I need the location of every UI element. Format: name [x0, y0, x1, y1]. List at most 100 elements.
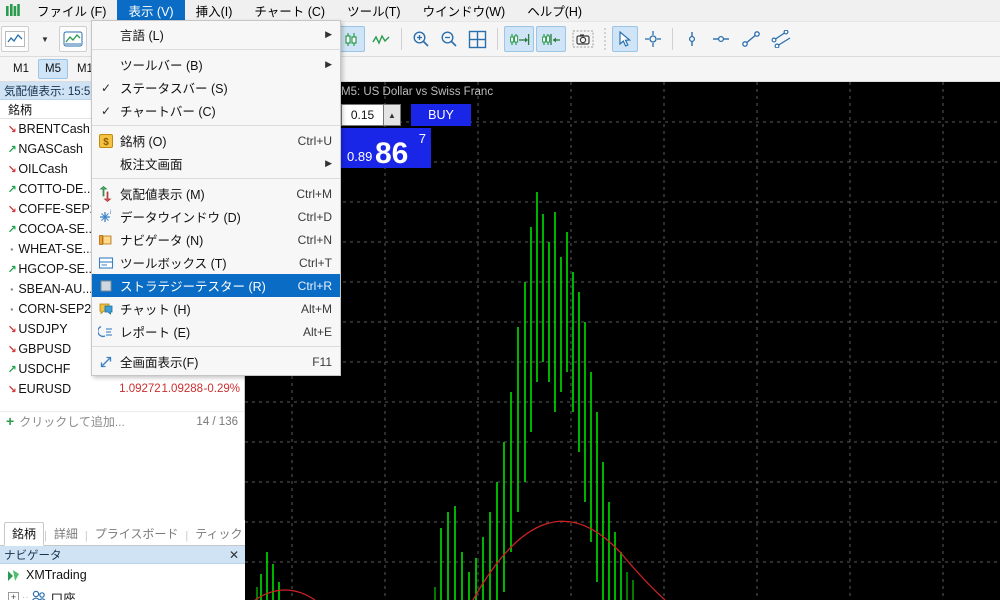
- close-icon[interactable]: ✕: [227, 548, 241, 562]
- line-chart-dropdown-caret[interactable]: ▼: [31, 26, 57, 52]
- price-main: 86: [375, 139, 408, 169]
- checkmark-icon: ✓: [92, 104, 120, 118]
- symbol-row[interactable]: ↘EURUSD1.092721.09288-0.29%: [0, 379, 244, 399]
- direction-down-icon: ↘: [6, 123, 18, 136]
- screenshot-icon[interactable]: [568, 26, 598, 52]
- view-menu-item-10[interactable]: iデータウインドウ (D)Ctrl+D: [92, 205, 340, 228]
- menu-item-4[interactable]: ツール(T): [336, 0, 411, 22]
- line-chart-mode-icon[interactable]: [367, 26, 395, 52]
- menu-item-label: ツールバー (B): [120, 55, 315, 74]
- view-menu-item-0[interactable]: 言語 (L)▶: [92, 23, 340, 46]
- add-symbol-label: クリックして追加...: [19, 415, 125, 429]
- menu-item-label: チャートバー (C): [120, 101, 332, 120]
- crosshair-icon[interactable]: [640, 26, 666, 52]
- navigator-item-xmtrading[interactable]: XMTrading: [0, 564, 245, 586]
- price-superscript: 7: [419, 131, 426, 146]
- menu-item-label: チャット (H): [120, 299, 289, 318]
- view-menu-item-2[interactable]: ツールバー (B)▶: [92, 53, 340, 76]
- symbol-change: -0.29%: [203, 383, 244, 395]
- market-watch-tab-1[interactable]: 詳細: [47, 523, 85, 545]
- menu-separator: [92, 346, 340, 347]
- price-prefix: 0.89: [347, 149, 372, 164]
- market-watch-title: 気配値表示: 15:5: [4, 83, 90, 99]
- timeframe-button-m5-1[interactable]: M5: [38, 59, 68, 79]
- line-chart-icon[interactable]: [1, 26, 29, 52]
- buy-button[interactable]: BUY: [411, 104, 471, 126]
- shift-right-icon[interactable]: [504, 26, 534, 52]
- menu-item-shortcut: F11: [312, 355, 332, 369]
- menu-item-5[interactable]: ウインドウ(W): [412, 0, 517, 22]
- direction-flat-icon: ·: [6, 241, 18, 257]
- vertical-line-icon[interactable]: [679, 26, 705, 52]
- grid-icon[interactable]: [464, 26, 491, 52]
- svg-text:i: i: [110, 210, 111, 216]
- view-menu-item-9[interactable]: 気配値表示 (M)Ctrl+M: [92, 182, 340, 205]
- menu-separator: [92, 125, 340, 126]
- view-menu-item-6[interactable]: $銘柄 (O)Ctrl+U: [92, 129, 340, 152]
- view-menu-item-17[interactable]: 全画面表示(F)F11: [92, 350, 340, 373]
- data-window-icon: i: [92, 209, 120, 225]
- menu-item-label: レポート (E): [120, 322, 291, 341]
- direction-up-icon: ↗: [6, 183, 18, 196]
- tree-line: ··: [22, 592, 29, 600]
- navigator-label: XMTrading: [26, 568, 87, 582]
- view-menu-item-15[interactable]: レポート (E) Alt+E: [92, 320, 340, 343]
- menu-item-0[interactable]: ファイル (F): [26, 0, 117, 22]
- direction-up-icon: ↗: [6, 143, 18, 156]
- navigator-panel: ナビゲータ ✕ XMTrading + ·· 口座: [0, 546, 245, 600]
- direction-down-icon: ↘: [6, 383, 18, 396]
- view-menu-item-11[interactable]: ナビゲータ (N)Ctrl+N: [92, 228, 340, 251]
- checkmark-icon: ✓: [92, 81, 120, 95]
- navigator-label: 口座: [51, 588, 76, 600]
- menu-item-shortcut: Alt+E: [303, 325, 332, 339]
- toolbar-divider-4: [497, 28, 498, 50]
- view-menu-item-12[interactable]: ツールボックス (T)Ctrl+T: [92, 251, 340, 274]
- indicators-icon[interactable]: [59, 26, 87, 52]
- menu-item-2[interactable]: 挿入(I): [185, 0, 244, 22]
- zoom-out-icon[interactable]: [436, 26, 462, 52]
- menu-item-shortcut: Ctrl+N: [298, 233, 332, 247]
- one-click-trading-panel[interactable]: 0.15 ▲ BUY 0.89 86 7: [341, 104, 471, 168]
- navigator-title: ナビゲータ: [4, 547, 62, 563]
- chart-title: M5: US Dollar vs Swiss Franc: [341, 86, 493, 98]
- buy-price-box[interactable]: 0.89 86 7: [341, 128, 431, 168]
- metatrader-window: ファイル (F)表示 (V)挿入(I)チャート (C)ツール(T)ウインドウ(W…: [0, 0, 1000, 600]
- symbols-icon: $: [92, 133, 120, 149]
- menu-item-shortcut: Ctrl+D: [298, 210, 332, 224]
- menu-item-label: 銘柄 (O): [120, 131, 286, 150]
- spinner-up-icon[interactable]: ▲: [383, 104, 401, 126]
- market-watch-tab-2[interactable]: プライスボード: [88, 523, 186, 545]
- fullscreen-icon: [92, 354, 120, 370]
- direction-up-icon: ↗: [6, 263, 18, 276]
- toolbar-drag-handle[interactable]: [603, 27, 607, 51]
- trend-line-icon[interactable]: [737, 26, 765, 52]
- view-menu-item-7[interactable]: 板注文画面▶: [92, 152, 340, 175]
- market-watch-tab-0[interactable]: 銘柄: [4, 522, 44, 546]
- shift-left-icon[interactable]: [536, 26, 566, 52]
- chart-canvas[interactable]: M5: US Dollar vs Swiss Franc 0.15 ▲ BUY …: [245, 82, 1000, 600]
- view-menu-item-14[interactable]: チャット (H) Alt+M: [92, 297, 340, 320]
- market-watch-tab-3[interactable]: ティック: [188, 523, 249, 545]
- zoom-in-icon[interactable]: [408, 26, 434, 52]
- add-symbol-row[interactable]: +クリックして追加... 14 / 136: [0, 411, 244, 431]
- expand-icon[interactable]: +: [8, 592, 19, 600]
- navigator-title-bar: ナビゲータ ✕: [0, 546, 245, 564]
- menu-item-6[interactable]: ヘルプ(H): [516, 0, 593, 22]
- horizontal-line-icon[interactable]: [707, 26, 735, 52]
- menu-item-shortcut: Ctrl+M: [296, 187, 332, 201]
- toolbar-divider-3: [401, 28, 402, 50]
- candlestick-chart-icon[interactable]: [337, 26, 365, 52]
- view-menu-item-13[interactable]: ストラテジーテスター (R)Ctrl+R: [92, 274, 340, 297]
- equidistant-channel-icon[interactable]: [767, 26, 797, 52]
- view-menu-dropdown[interactable]: 言語 (L)▶ツールバー (B)▶✓ステータスバー (S)✓チャートバー (C)…: [91, 20, 341, 376]
- view-menu-item-4[interactable]: ✓チャートバー (C): [92, 99, 340, 122]
- menu-item-3[interactable]: チャート (C): [243, 0, 336, 22]
- navigator-item-accounts[interactable]: + ·· 口座: [0, 586, 245, 600]
- cursor-icon[interactable]: [612, 26, 638, 52]
- menu-item-shortcut: Alt+M: [301, 302, 332, 316]
- volume-input[interactable]: 0.15: [341, 104, 383, 126]
- view-menu-item-3[interactable]: ✓ステータスバー (S): [92, 76, 340, 99]
- menu-item-shortcut: Ctrl+T: [299, 256, 332, 270]
- timeframe-button-m1-0[interactable]: M1: [6, 59, 36, 79]
- menu-item-1[interactable]: 表示 (V): [117, 0, 184, 22]
